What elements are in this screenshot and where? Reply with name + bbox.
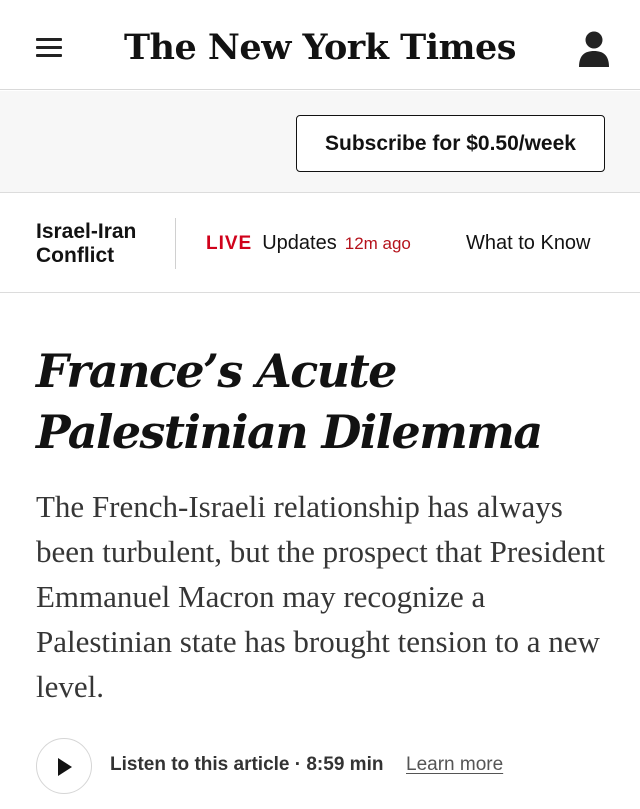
subscribe-button[interactable]: Subscribe for $0.50/week	[296, 115, 605, 172]
subscribe-banner: Subscribe for $0.50/week	[0, 91, 640, 193]
article-headline: France’s Acute Palestinian Dilemma	[36, 344, 543, 459]
live-updates-link[interactable]: LIVE Updates 12m ago	[206, 232, 411, 255]
user-account-icon[interactable]	[576, 30, 612, 68]
what-to-know-link[interactable]: What to Know	[466, 232, 591, 255]
article-summary: The French-Israeli relationship has alwa…	[36, 489, 606, 704]
play-button[interactable]	[36, 738, 92, 794]
learn-more-link[interactable]: Learn more	[406, 754, 503, 776]
divider	[175, 218, 176, 269]
nyt-logo[interactable]: The New York Times	[124, 22, 517, 72]
masthead: The New York Times	[0, 0, 640, 90]
play-icon	[58, 758, 72, 776]
hamburger-menu-icon[interactable]	[36, 38, 62, 60]
topic-link[interactable]: Israel-Iran Conflict	[36, 220, 162, 268]
live-badge: LIVE	[206, 233, 253, 254]
live-timestamp: 12m ago	[344, 234, 411, 253]
live-coverage-strip: Israel-Iran Conflict LIVE Updates 12m ag…	[0, 194, 640, 293]
listen-label: Listen to this article · 8:59 min	[110, 754, 384, 775]
live-updates-label: Updates	[262, 232, 337, 254]
